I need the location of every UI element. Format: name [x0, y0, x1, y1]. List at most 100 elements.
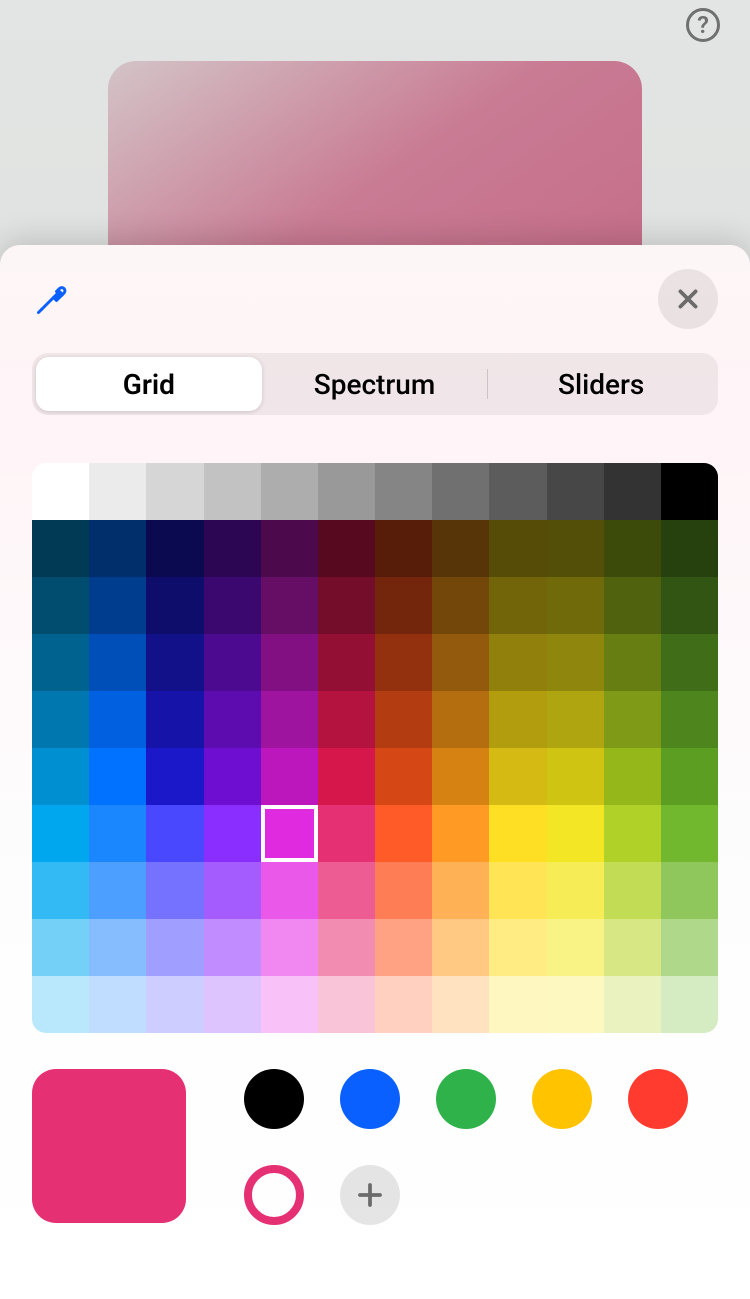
- grid-cell[interactable]: [318, 862, 375, 919]
- grid-cell[interactable]: [661, 919, 718, 976]
- grid-cell[interactable]: [432, 805, 489, 862]
- grid-cell[interactable]: [89, 691, 146, 748]
- grid-cell[interactable]: [604, 577, 661, 634]
- grid-cell[interactable]: [547, 577, 604, 634]
- grid-cell[interactable]: [489, 577, 546, 634]
- preset-color[interactable]: [244, 1069, 304, 1129]
- grid-cell[interactable]: [547, 463, 604, 520]
- grid-cell[interactable]: [318, 805, 375, 862]
- grid-cell[interactable]: [32, 862, 89, 919]
- grid-cell[interactable]: [375, 862, 432, 919]
- grid-cell[interactable]: [146, 691, 203, 748]
- eyedropper-button[interactable]: [32, 279, 72, 319]
- grid-cell[interactable]: [661, 634, 718, 691]
- grid-cell[interactable]: [89, 634, 146, 691]
- grid-cell[interactable]: [204, 862, 261, 919]
- grid-cell[interactable]: [146, 463, 203, 520]
- grid-cell[interactable]: [661, 520, 718, 577]
- grid-cell[interactable]: [32, 634, 89, 691]
- grid-cell[interactable]: [432, 976, 489, 1033]
- grid-cell[interactable]: [547, 520, 604, 577]
- grid-cell[interactable]: [89, 577, 146, 634]
- preset-color[interactable]: [532, 1069, 592, 1129]
- grid-cell[interactable]: [32, 919, 89, 976]
- grid-cell[interactable]: [432, 748, 489, 805]
- tab-spectrum[interactable]: Spectrum: [262, 357, 488, 411]
- grid-cell[interactable]: [318, 691, 375, 748]
- grid-cell[interactable]: [204, 805, 261, 862]
- grid-cell[interactable]: [432, 691, 489, 748]
- grid-cell[interactable]: [261, 520, 318, 577]
- grid-cell[interactable]: [204, 463, 261, 520]
- grid-cell[interactable]: [318, 634, 375, 691]
- preset-color[interactable]: [340, 1069, 400, 1129]
- grid-cell[interactable]: [661, 805, 718, 862]
- grid-cell[interactable]: [261, 919, 318, 976]
- grid-cell[interactable]: [204, 520, 261, 577]
- grid-cell[interactable]: [489, 976, 546, 1033]
- grid-cell[interactable]: [432, 862, 489, 919]
- grid-cell[interactable]: [318, 577, 375, 634]
- tab-grid[interactable]: Grid: [36, 357, 262, 411]
- grid-cell[interactable]: [432, 919, 489, 976]
- grid-cell[interactable]: [661, 691, 718, 748]
- grid-cell[interactable]: [89, 748, 146, 805]
- grid-cell[interactable]: [261, 634, 318, 691]
- grid-cell[interactable]: [489, 862, 546, 919]
- grid-cell[interactable]: [375, 748, 432, 805]
- grid-cell[interactable]: [32, 748, 89, 805]
- grid-cell[interactable]: [261, 976, 318, 1033]
- grid-cell[interactable]: [489, 919, 546, 976]
- grid-cell[interactable]: [146, 862, 203, 919]
- grid-cell[interactable]: [489, 634, 546, 691]
- grid-cell[interactable]: [489, 748, 546, 805]
- grid-cell[interactable]: [604, 634, 661, 691]
- grid-cell[interactable]: [261, 577, 318, 634]
- grid-cell[interactable]: [489, 691, 546, 748]
- grid-cell[interactable]: [89, 463, 146, 520]
- grid-cell[interactable]: [547, 862, 604, 919]
- grid-cell[interactable]: [146, 976, 203, 1033]
- grid-cell[interactable]: [204, 748, 261, 805]
- grid-cell[interactable]: [604, 520, 661, 577]
- grid-cell[interactable]: [604, 805, 661, 862]
- grid-cell[interactable]: [489, 520, 546, 577]
- grid-cell[interactable]: [89, 862, 146, 919]
- grid-cell[interactable]: [432, 520, 489, 577]
- grid-cell[interactable]: [89, 805, 146, 862]
- tab-sliders[interactable]: Sliders: [488, 357, 714, 411]
- grid-cell[interactable]: [318, 520, 375, 577]
- grid-cell[interactable]: [375, 805, 432, 862]
- grid-cell[interactable]: [432, 463, 489, 520]
- grid-cell[interactable]: [318, 919, 375, 976]
- grid-cell[interactable]: [375, 919, 432, 976]
- grid-cell[interactable]: [204, 577, 261, 634]
- grid-cell[interactable]: [604, 748, 661, 805]
- grid-cell[interactable]: [661, 463, 718, 520]
- grid-cell[interactable]: [32, 463, 89, 520]
- grid-cell[interactable]: [261, 463, 318, 520]
- grid-cell[interactable]: [204, 919, 261, 976]
- grid-cell[interactable]: [318, 748, 375, 805]
- grid-cell[interactable]: [32, 691, 89, 748]
- grid-cell[interactable]: [604, 919, 661, 976]
- grid-cell[interactable]: [661, 862, 718, 919]
- grid-cell[interactable]: [204, 691, 261, 748]
- grid-cell[interactable]: [604, 976, 661, 1033]
- grid-cell[interactable]: [547, 748, 604, 805]
- grid-cell[interactable]: [375, 976, 432, 1033]
- grid-cell[interactable]: [547, 976, 604, 1033]
- close-button[interactable]: [658, 269, 718, 329]
- grid-cell[interactable]: [489, 463, 546, 520]
- preset-color[interactable]: [436, 1069, 496, 1129]
- grid-cell[interactable]: [146, 919, 203, 976]
- grid-cell[interactable]: [661, 577, 718, 634]
- grid-cell[interactable]: [261, 748, 318, 805]
- grid-cell[interactable]: [32, 976, 89, 1033]
- grid-cell[interactable]: [89, 520, 146, 577]
- grid-cell[interactable]: [204, 634, 261, 691]
- grid-cell[interactable]: [661, 976, 718, 1033]
- grid-cell[interactable]: [318, 976, 375, 1033]
- add-preset-button[interactable]: [340, 1165, 400, 1225]
- grid-cell[interactable]: [146, 805, 203, 862]
